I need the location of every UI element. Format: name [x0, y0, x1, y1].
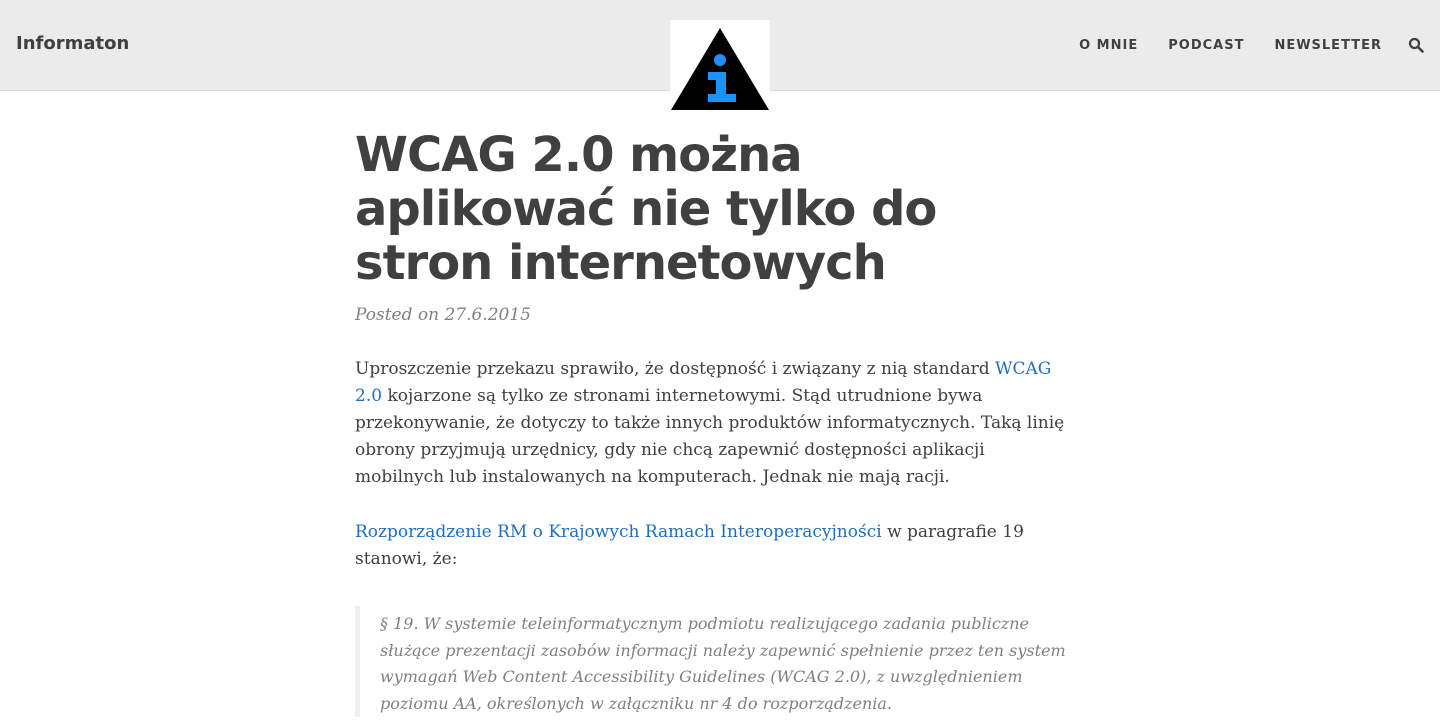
- top-navbar: Informaton O MNIE PODCAST NEWSLETTER: [0, 0, 1440, 112]
- site-brand-link[interactable]: Informaton: [16, 33, 129, 54]
- post-paragraph-2: Rozporządzenie RM o Krajowych Ramach Int…: [355, 519, 1075, 573]
- paragraph-text: Uproszczenie przekazu sprawiło, że dostę…: [355, 359, 996, 379]
- nav-link-podcast[interactable]: PODCAST: [1168, 38, 1244, 53]
- post-article: WCAG 2.0 można aplikować nie tylko do st…: [355, 128, 1075, 717]
- post-paragraph-1: Uproszczenie przekazu sprawiło, że dostę…: [355, 356, 1075, 491]
- site-logo[interactable]: [670, 20, 770, 112]
- paragraph-text: kojarzone są tylko ze stronami interneto…: [355, 386, 1065, 487]
- regulation-link[interactable]: Rozporządzenie RM o Krajowych Ramach Int…: [355, 522, 882, 542]
- info-triangle-icon: [671, 28, 769, 110]
- nav-link-newsletter[interactable]: NEWSLETTER: [1274, 38, 1382, 53]
- search-button[interactable]: [1408, 37, 1424, 53]
- post-meta: Posted on 27.6.2015: [355, 305, 531, 325]
- post-title: WCAG 2.0 można aplikować nie tylko do st…: [355, 127, 937, 291]
- nav-link-o-mnie[interactable]: O MNIE: [1079, 38, 1138, 53]
- regulation-quote: § 19. W systemie teleinformatycznym podm…: [355, 606, 1070, 717]
- main-nav: O MNIE PODCAST NEWSLETTER: [1079, 38, 1382, 53]
- search-icon: [1408, 37, 1424, 53]
